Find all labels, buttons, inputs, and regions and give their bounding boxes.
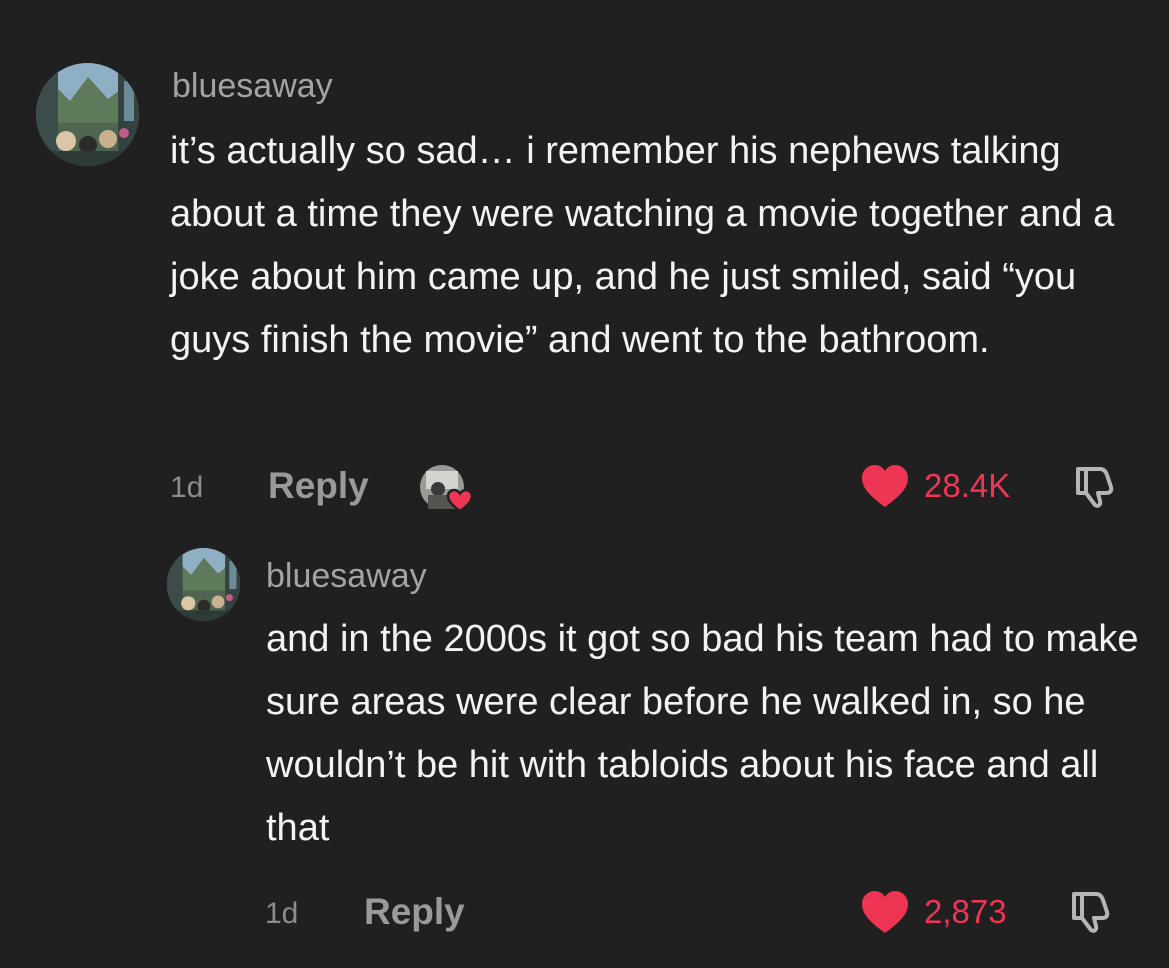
thumbs-down-icon[interactable] bbox=[1068, 888, 1114, 934]
comment-username[interactable]: bluesaway bbox=[172, 66, 333, 106]
avatar[interactable] bbox=[36, 63, 139, 166]
creator-liked-avatar-icon bbox=[418, 463, 474, 517]
comment-timestamp: 1d bbox=[170, 471, 204, 504]
reply-button[interactable]: Reply bbox=[268, 464, 369, 508]
like-button[interactable]: 28.4K bbox=[860, 463, 1010, 509]
heart-icon bbox=[862, 891, 908, 933]
comment-timestamp: 1d bbox=[265, 897, 299, 930]
heart-icon bbox=[862, 465, 908, 507]
thumbs-down-icon[interactable] bbox=[1072, 463, 1118, 509]
like-count: 2,873 bbox=[924, 893, 1007, 930]
like-count: 28.4K bbox=[924, 467, 1011, 504]
comment-text: it’s actually so sad… i remember his nep… bbox=[170, 130, 1115, 361]
reply-button[interactable]: Reply bbox=[364, 890, 465, 934]
comment-username[interactable]: bluesaway bbox=[266, 556, 427, 596]
avatar[interactable] bbox=[167, 548, 240, 621]
like-button[interactable]: 2,873 bbox=[860, 889, 1007, 935]
comment-text: and in the 2000s it got so bad his team … bbox=[266, 618, 1139, 849]
